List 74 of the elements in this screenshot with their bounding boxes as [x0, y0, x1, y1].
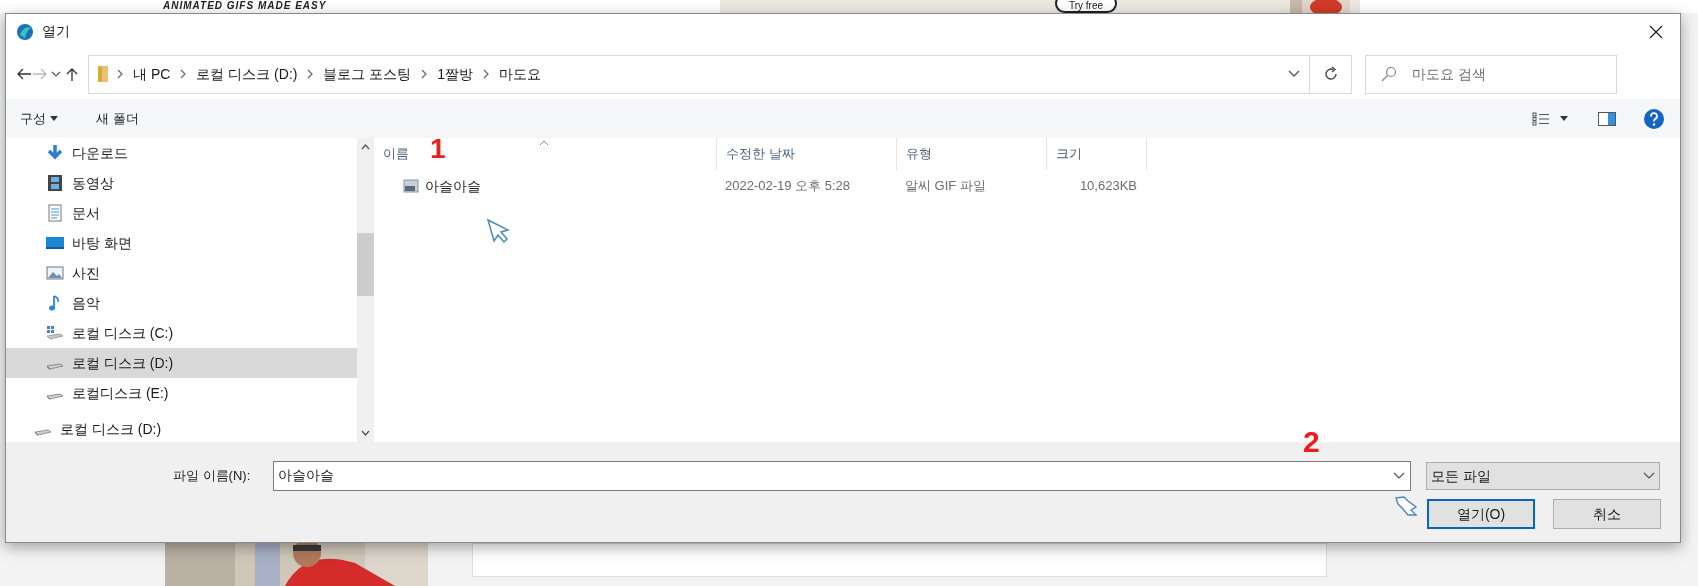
breadcrumb-item[interactable]: 내 PC [131, 63, 173, 85]
refresh-icon [1322, 66, 1339, 82]
new-folder-button[interactable]: 새 폴더 [96, 108, 139, 129]
back-icon [16, 67, 32, 81]
column-header[interactable]: 크기 [1046, 138, 1146, 170]
cursor-icon [486, 218, 512, 244]
column-header[interactable]: 유형 [896, 138, 1046, 170]
cursor-icon [1394, 495, 1420, 517]
close-icon [1649, 24, 1663, 39]
organize-menu-button[interactable]: 구성 [20, 108, 58, 129]
annotation-number: 2 [1303, 426, 1320, 458]
help-icon [1644, 108, 1664, 129]
list-view-icon [1532, 111, 1550, 126]
sidebar-item[interactable]: 로컬디스크 (E:) [6, 378, 357, 408]
preview-pane-button[interactable] [1598, 111, 1616, 126]
folder-icon [97, 65, 109, 83]
breadcrumb-item[interactable]: 마도요 [497, 63, 544, 85]
search-field[interactable]: 마도요 검색 [1365, 54, 1617, 94]
column-header[interactable]: 이름 [374, 138, 418, 170]
drive-icon [34, 429, 52, 437]
forward-icon [32, 67, 48, 81]
scroll-down-icon [361, 430, 370, 436]
annotation-number: 1 [430, 133, 446, 165]
refresh-button[interactable] [1310, 54, 1352, 94]
down-arrow-icon [46, 144, 64, 162]
document-icon [46, 204, 64, 222]
up-icon [64, 67, 80, 81]
sidebar-item[interactable]: 음악 [6, 288, 357, 318]
sidebar-item[interactable]: 동영상 [6, 168, 357, 198]
drive-icon [46, 324, 64, 342]
sidebar-item[interactable]: 바탕 화면 [6, 228, 357, 258]
picture-icon [46, 264, 64, 282]
sidebar-item[interactable]: 다운로드 [6, 138, 357, 168]
logo-tagline: ANIMATED GIFS MADE EASY [163, 0, 327, 12]
gif-file-icon [403, 178, 419, 194]
chevron-down-icon [1643, 472, 1655, 480]
sort-ascending-icon [539, 140, 549, 146]
sidebar-item[interactable]: 로컬 디스크 (C:) [6, 318, 357, 348]
open-button[interactable]: 열기(O) [1427, 499, 1535, 529]
breadcrumb-item[interactable]: 로컬 디스크 (D:) [194, 63, 300, 85]
drive-icon [46, 363, 64, 371]
app-icon [16, 22, 34, 41]
scrollbar[interactable] [357, 138, 374, 442]
window-title: 열기 [42, 22, 70, 41]
search-icon [1381, 65, 1397, 82]
film-icon [46, 174, 64, 192]
scrollbar-thumb[interactable] [357, 233, 374, 296]
filename-field[interactable]: 아슬아슬 [273, 461, 1411, 491]
help-button[interactable] [1644, 108, 1664, 129]
table-cell-text: 2022-02-19 오후 5:28 [724, 177, 852, 196]
file-name[interactable]: 아슬아슬 [425, 175, 481, 197]
file-type-dropdown[interactable]: 모든 파일 [1426, 462, 1660, 490]
table-cell-text: 알씨 GIF 파일 [904, 177, 987, 196]
caret-icon [50, 116, 58, 121]
chevron-down-icon [1288, 70, 1300, 78]
cancel-button[interactable]: 취소 [1553, 499, 1661, 529]
table-cell-text: 10,623KB [1078, 177, 1138, 196]
filename-label: 파일 이름(N): [173, 467, 252, 486]
sidebar-item[interactable]: 로컬 디스크 (D:) [6, 348, 357, 378]
desktop-icon [46, 234, 64, 252]
scroll-up-icon [361, 144, 370, 150]
column-header[interactable]: 수정한 날짜 [716, 138, 896, 170]
breadcrumb-item[interactable]: 블로그 포스팅 [321, 63, 414, 85]
chevron-down-icon [1393, 472, 1405, 480]
breadcrumb-item[interactable]: 1짤방 [435, 63, 476, 85]
sidebar-item[interactable]: 문서 [6, 198, 357, 228]
try-free-button[interactable]: Try free [1055, 0, 1118, 13]
address-bar[interactable]: 내 PC 로컬 디스크 (D:) 블로그 포스팅 1짤방 마도요 [88, 54, 1310, 94]
view-options-button[interactable] [1532, 111, 1568, 126]
sidebar-item[interactable]: 사진 [6, 258, 357, 288]
preview-pane-icon [1598, 111, 1616, 126]
sidebar-item[interactable]: 로컬 디스크 (D:) [6, 414, 357, 442]
drive-icon [46, 393, 64, 401]
caret-icon [1560, 116, 1568, 121]
